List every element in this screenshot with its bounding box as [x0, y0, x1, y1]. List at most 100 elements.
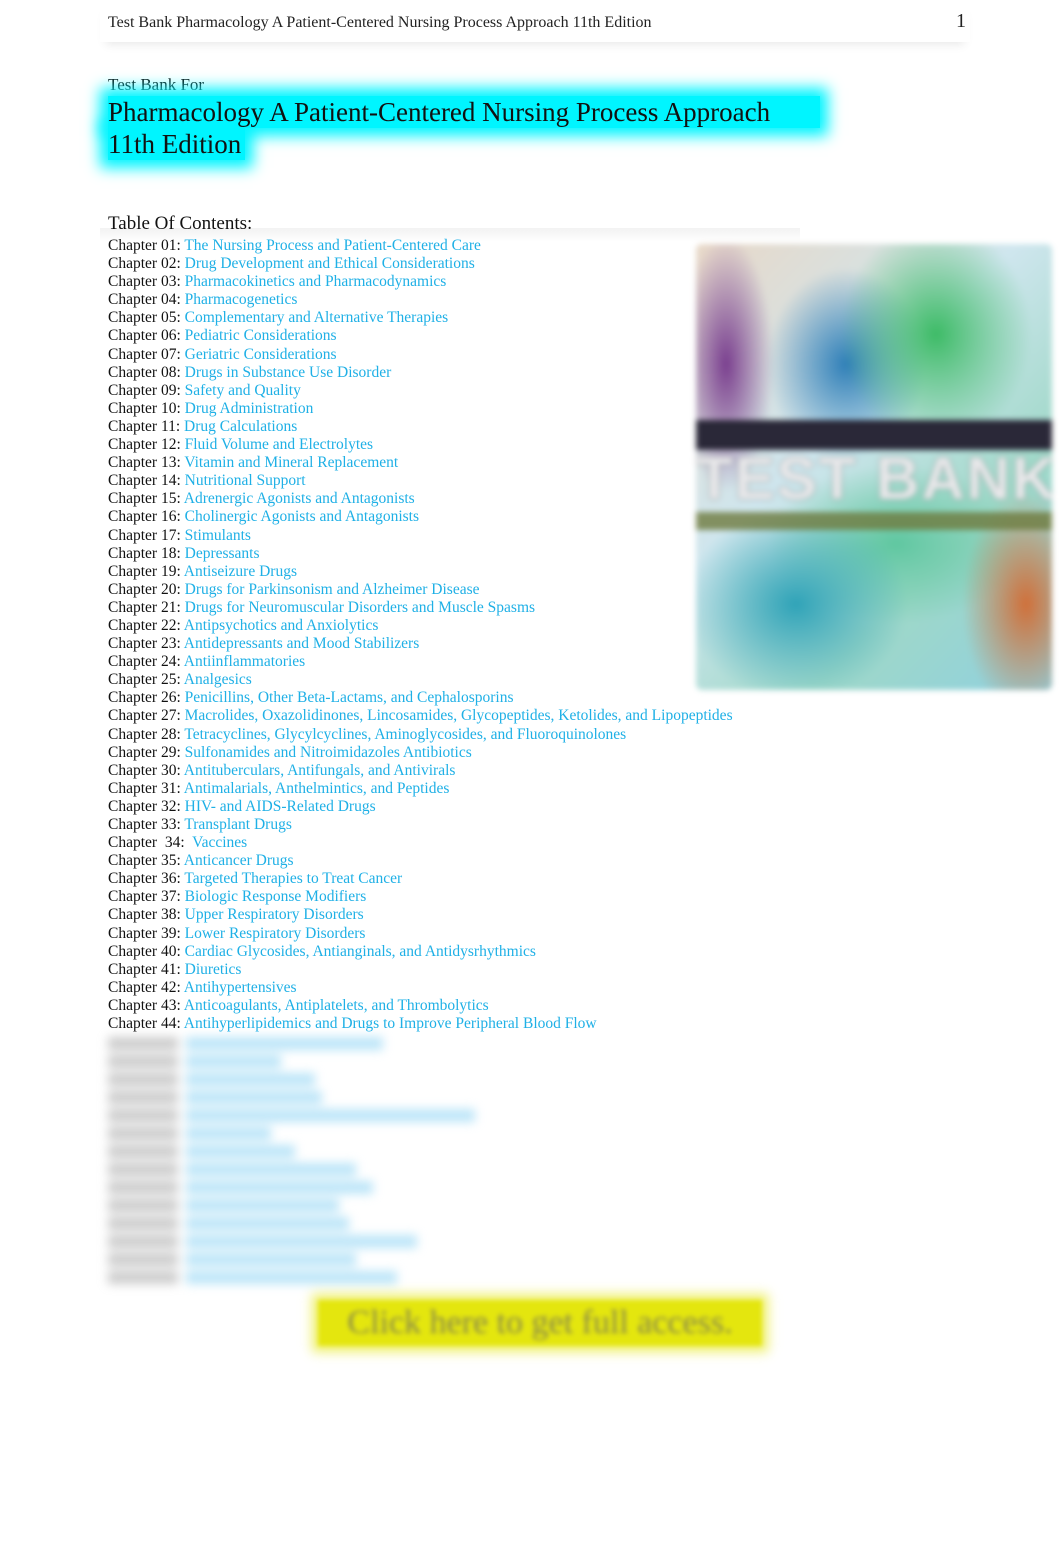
chapter-link[interactable]: Drug Calculations: [184, 418, 297, 435]
chapter-link[interactable]: Analgesics: [184, 671, 252, 688]
toc-item: Chapter 08: Drugs in Substance Use Disor…: [108, 364, 733, 382]
chapter-link[interactable]: Antihyperlipidemics and Drugs to Improve…: [184, 1015, 597, 1032]
chapter-label: Chapter 04:: [108, 291, 185, 309]
chapter-link[interactable]: Targeted Therapies to Treat Cancer: [184, 870, 402, 887]
chapter-label: Chapter 20:: [108, 580, 185, 598]
chapter-link[interactable]: Pediatric Considerations: [185, 327, 337, 344]
blurred-toc-item: [108, 1196, 538, 1214]
chapter-link[interactable]: Drug Development and Ethical Considerati…: [185, 255, 475, 272]
blurred-link: [186, 1198, 339, 1212]
toc-item: Chapter 19: Antiseizure Drugs: [108, 563, 733, 581]
toc-item: Chapter 32: HIV- and AIDS-Related Drugs: [108, 798, 733, 816]
blurred-label: [108, 1054, 178, 1068]
chapter-link[interactable]: Antidepressants and Mood Stabilizers: [184, 635, 419, 652]
blurred-label: [108, 1126, 178, 1140]
chapter-link[interactable]: Upper Respiratory Disorders: [185, 906, 364, 923]
blurred-toc-item: [108, 1106, 538, 1124]
chapter-label: Chapter 12:: [108, 436, 185, 454]
chapter-label: Chapter 17:: [108, 526, 185, 544]
chapter-link[interactable]: Depressants: [185, 545, 260, 562]
chapter-link[interactable]: Vaccines: [192, 834, 247, 851]
chapter-label: Chapter 07:: [108, 345, 185, 363]
chapter-link[interactable]: Macrolides, Oxazolidinones, Lincosamides…: [185, 707, 733, 724]
blurred-toc-item: [108, 1034, 538, 1052]
chapter-link[interactable]: Anticoagulants, Antiplatelets, and Throm…: [184, 997, 489, 1014]
blurred-toc-item: [108, 1178, 538, 1196]
toc-item: Chapter 21: Drugs for Neuromuscular Diso…: [108, 599, 733, 617]
chapter-label: Chapter 08:: [108, 363, 185, 381]
toc-item: Chapter 16: Cholinergic Agonists and Ant…: [108, 508, 733, 526]
blurred-toc-item: [108, 1268, 538, 1286]
full-access-button[interactable]: Click here to get full access.: [318, 1300, 762, 1346]
toc-item: Chapter 35: Anticancer Drugs: [108, 852, 733, 870]
chapter-link[interactable]: Drugs for Neuromuscular Disorders and Mu…: [185, 599, 535, 616]
blurred-label: [108, 1234, 178, 1248]
blurred-link: [186, 1234, 417, 1248]
chapter-label: Chapter 32:: [108, 797, 185, 815]
blurred-toc-item: [108, 1070, 538, 1088]
page-number: 1: [956, 10, 966, 32]
chapter-label: Chapter 42:: [108, 978, 184, 996]
toc-item: Chapter 12: Fluid Volume and Electrolyte…: [108, 436, 733, 454]
chapter-label: Chapter 16:: [108, 508, 185, 526]
chapter-link[interactable]: Drug Administration: [185, 400, 314, 417]
blurred-label: [108, 1162, 178, 1176]
chapter-link[interactable]: Nutritional Support: [185, 472, 306, 489]
toc-item: Chapter 26: Penicillins, Other Beta-Lact…: [108, 689, 733, 707]
chapter-link[interactable]: Pharmacokinetics and Pharmacodynamics: [185, 273, 447, 290]
chapter-link[interactable]: Sulfonamides and Nitroimidazoles Antibio…: [185, 744, 472, 761]
toc-item: Chapter 22: Antipsychotics and Anxiolyti…: [108, 617, 733, 635]
chapter-label: Chapter 05:: [108, 309, 185, 327]
chapter-link[interactable]: Biologic Response Modifiers: [185, 888, 367, 905]
chapter-link[interactable]: Diuretics: [185, 961, 242, 978]
chapter-link[interactable]: HIV- and AIDS-Related Drugs: [185, 798, 376, 815]
toc-item: Chapter 37: Biologic Response Modifiers: [108, 888, 733, 906]
blurred-link: [186, 1072, 315, 1086]
chapter-label: Chapter 43:: [108, 996, 184, 1014]
toc-item: Chapter 36: Targeted Therapies to Treat …: [108, 870, 733, 888]
chapter-label: Chapter 38:: [108, 906, 185, 924]
book-cover-image: TEST BANK: [696, 244, 1052, 690]
toc-item: Chapter 20: Drugs for Parkinsonism and A…: [108, 581, 733, 599]
chapter-link[interactable]: Drugs in Substance Use Disorder: [185, 364, 392, 381]
blurred-label: [108, 1108, 178, 1122]
blurred-link: [186, 1090, 322, 1104]
chapter-link[interactable]: Antihypertensives: [184, 979, 297, 996]
blurred-toc-preview: [108, 1034, 538, 1284]
chapter-label: Chapter 33:: [108, 816, 185, 833]
chapter-link[interactable]: Drugs for Parkinsonism and Alzheimer Dis…: [185, 581, 480, 598]
toc-item: Chapter 05: Complementary and Alternativ…: [108, 309, 733, 327]
chapter-link[interactable]: Lower Respiratory Disorders: [185, 925, 366, 942]
chapter-link[interactable]: Geriatric Considerations: [185, 346, 337, 363]
chapter-link[interactable]: Vitamin and Mineral Replacement: [184, 454, 398, 471]
blurred-label: [108, 1216, 178, 1230]
chapter-link[interactable]: Antimalarials, Anthelmintics, and Peptid…: [184, 780, 450, 797]
document-title: Pharmacology A Patient-Centered Nursing …: [108, 96, 821, 160]
blurred-label: [108, 1144, 178, 1158]
chapter-link[interactable]: Antiinflammatories: [184, 653, 305, 670]
chapter-link[interactable]: The Nursing Process and Patient-Centered…: [184, 237, 481, 254]
chapter-label: Chapter 37:: [108, 888, 185, 906]
chapter-link[interactable]: Complementary and Alternative Therapies: [185, 309, 449, 326]
chapter-link[interactable]: Pharmacogenetics: [185, 291, 298, 308]
chapter-link[interactable]: Stimulants: [185, 527, 251, 544]
chapter-link[interactable]: Tetracyclines, Glycylcyclines, Aminoglyc…: [184, 726, 626, 743]
chapter-link[interactable]: Fluid Volume and Electrolytes: [185, 436, 373, 453]
blurred-label: [108, 1036, 178, 1050]
chapter-link[interactable]: Cholinergic Agonists and Antagonists: [185, 508, 419, 525]
chapter-link[interactable]: Transplant Drugs: [184, 816, 292, 833]
chapter-link[interactable]: Antipsychotics and Anxiolytics: [184, 617, 379, 634]
chapter-link[interactable]: Adrenergic Agonists and Antagonists: [184, 490, 415, 507]
blurred-link: [186, 1144, 295, 1158]
chapter-link[interactable]: Safety and Quality: [185, 382, 301, 399]
blurred-toc-item: [108, 1160, 538, 1178]
chapter-link[interactable]: Antiseizure Drugs: [184, 563, 297, 580]
chapter-label: Chapter 22:: [108, 616, 184, 634]
chapter-link[interactable]: Penicillins, Other Beta-Lactams, and Cep…: [185, 689, 514, 706]
document-subtitle: Test Bank For: [108, 75, 205, 94]
toc-item: Chapter 13: Vitamin and Mineral Replacem…: [108, 454, 733, 472]
chapter-link[interactable]: Anticancer Drugs: [184, 852, 294, 869]
chapter-link[interactable]: Cardiac Glycosides, Antianginals, and An…: [185, 943, 536, 960]
toc-item: Chapter 38: Upper Respiratory Disorders: [108, 906, 733, 924]
chapter-link[interactable]: Antituberculars, Antifungals, and Antivi…: [184, 762, 456, 779]
